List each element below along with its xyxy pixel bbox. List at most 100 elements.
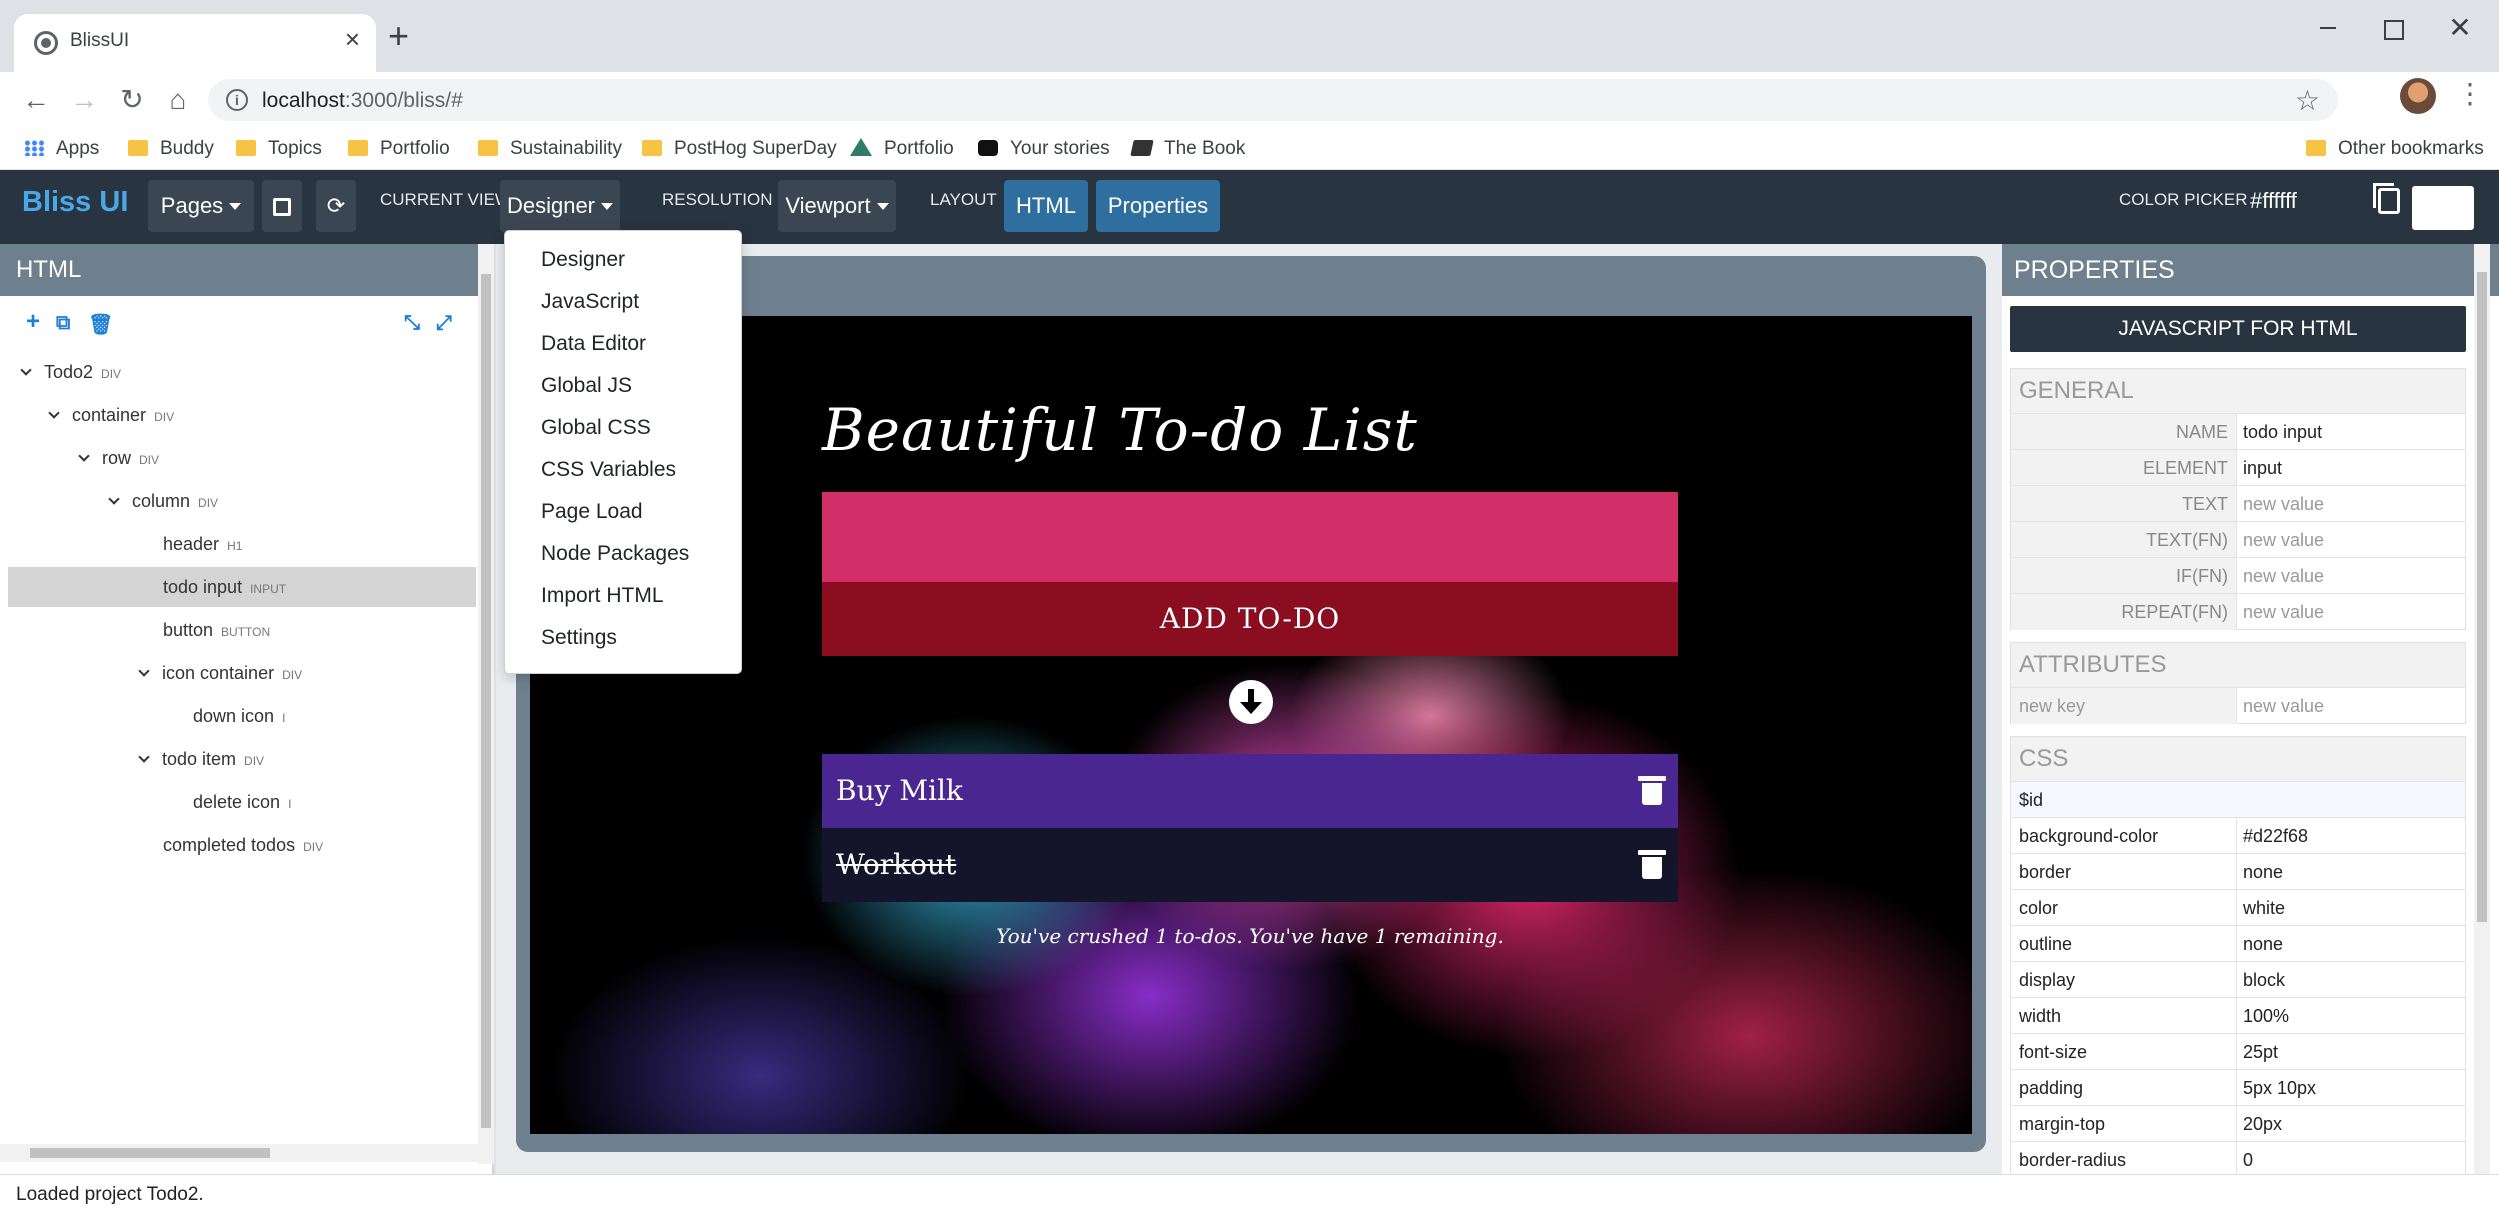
trash-icon[interactable]: 🗑 [88,312,113,337]
back-arrow-icon[interactable]: ← [16,80,56,120]
css-row[interactable]: border-radius 0 [2011,1141,2465,1178]
bookmark-portfolio-2[interactable]: Portfolio [850,135,954,163]
tree-vertical-scrollbar[interactable] [478,244,494,1164]
chevron-down-icon[interactable] [48,407,60,419]
preview-add-button[interactable]: ADD TO-DO [822,582,1678,656]
menu-item-import-html[interactable]: Import HTML [505,575,741,617]
css-key[interactable]: display [2011,962,2237,998]
css-key[interactable]: padding [2011,1070,2237,1106]
tree-node[interactable]: Todo2 DIV [8,352,476,392]
menu-item-javascript[interactable]: JavaScript [505,281,741,323]
property-row[interactable]: REPEAT(FN) new value [2011,593,2465,630]
info-icon[interactable]: i [226,89,248,111]
css-value[interactable]: block [2243,962,2285,998]
trash-icon[interactable] [1638,776,1666,805]
tree-horizontal-scrollbar[interactable] [0,1144,478,1162]
menu-item-node-packages[interactable]: Node Packages [505,533,741,575]
chevron-down-icon[interactable] [78,450,90,462]
tree-node[interactable]: header H1 [8,524,476,564]
tree-node[interactable]: button BUTTON [8,610,476,650]
scrollbar-thumb[interactable] [30,1148,270,1158]
css-key[interactable]: outline [2011,926,2237,962]
css-value[interactable]: 5px 10px [2243,1070,2316,1106]
css-key[interactable]: border [2011,854,2237,890]
css-value[interactable]: 20px [2243,1106,2282,1142]
tree-node[interactable]: completed todos DIV [8,825,476,865]
css-selector-input[interactable]: $id [2011,781,2465,817]
menu-item-global-js[interactable]: Global JS [505,365,741,407]
properties-scrollbar[interactable] [2474,244,2490,1174]
scrollbar-thumb[interactable] [2477,272,2487,922]
preview-todo-item-completed[interactable]: Workout [822,828,1678,902]
tree-node[interactable]: row DIV [8,438,476,478]
expand-all-icon[interactable]: ⤢ [436,312,452,335]
preview-todo-item[interactable]: Buy Milk [822,754,1678,828]
color-swatch[interactable] [2412,186,2474,230]
layout-html-toggle[interactable]: HTML [1004,180,1088,232]
css-value[interactable]: 100% [2243,998,2289,1034]
property-row[interactable]: TEXT(FN) new value [2011,521,2465,558]
tree-node[interactable]: icon container DIV [8,653,476,693]
scrollbar-thumb[interactable] [481,274,491,1128]
tree-node[interactable]: delete icon I [8,782,476,822]
css-key[interactable]: font-size [2011,1034,2237,1070]
css-key[interactable]: border-radius [2011,1142,2237,1178]
property-value[interactable]: todo input [2243,414,2322,450]
chevron-down-icon[interactable] [138,751,150,763]
add-element-icon[interactable]: + [26,308,40,336]
tree-node[interactable]: column DIV [8,481,476,521]
css-row[interactable]: display block [2011,961,2465,998]
css-key[interactable]: margin-top [2011,1106,2237,1142]
browser-tab[interactable]: BlissUI × [14,14,376,72]
css-value[interactable]: none [2243,854,2283,890]
bookmark-posthog[interactable]: PostHog SuperDay [642,135,837,163]
css-row[interactable]: width 100% [2011,997,2465,1034]
css-key[interactable]: width [2011,998,2237,1034]
bookmark-buddy[interactable]: Buddy [128,135,214,163]
attribute-key-input[interactable]: new key [2011,688,2237,724]
css-value[interactable]: 25pt [2243,1034,2278,1070]
tree-node-selected[interactable]: todo input INPUT [8,567,476,607]
tree-node[interactable]: todo item DIV [8,739,476,779]
menu-item-page-load[interactable]: Page Load [505,491,741,533]
close-window-button[interactable]: ✕ [2430,8,2490,48]
home-icon[interactable]: ⌂ [158,80,198,120]
bookmark-sustainability[interactable]: Sustainability [478,135,622,163]
bookmark-your-stories[interactable]: Your stories [978,135,1110,163]
bookmark-the-book[interactable]: The Book [1130,135,1245,163]
javascript-for-html-button[interactable]: JAVASCRIPT FOR HTML [2010,306,2466,352]
new-tab-icon[interactable]: + [388,18,409,54]
profile-avatar[interactable] [2400,78,2436,114]
current-view-dropdown[interactable]: Designer [500,180,620,232]
menu-item-css-variables[interactable]: CSS Variables [505,449,741,491]
bookmark-portfolio[interactable]: Portfolio [348,135,450,163]
property-row[interactable]: ELEMENT input [2011,449,2465,486]
tree-node[interactable]: container DIV [8,395,476,435]
property-row[interactable]: TEXT new value [2011,485,2465,522]
url-text[interactable]: localhost:3000/bliss/# [262,89,463,113]
save-button[interactable] [262,180,302,232]
browser-menu-icon[interactable]: ⋮ [2456,80,2484,108]
minimize-window-button[interactable] [2298,8,2358,48]
arrow-down-circle-icon[interactable] [1229,680,1273,724]
preview-header[interactable]: Beautiful To-do List [822,396,1418,464]
css-value[interactable]: #d22f68 [2243,818,2308,854]
preview-todo-input[interactable] [822,492,1678,582]
css-value[interactable]: none [2243,926,2283,962]
property-value[interactable]: input [2243,450,2282,486]
css-value[interactable]: white [2243,890,2285,926]
maximize-window-button[interactable] [2364,8,2424,48]
css-row[interactable]: color white [2011,889,2465,926]
css-row[interactable]: border none [2011,853,2465,890]
chevron-down-icon[interactable] [108,493,120,505]
bookmark-star-icon[interactable]: ☆ [2295,84,2320,117]
collapse-all-icon[interactable]: ⤡ [404,312,420,335]
address-bar[interactable]: i localhost:3000/bliss/# ☆ [208,79,2338,121]
color-picker-input[interactable]: #ffffff [2250,188,2370,214]
property-value[interactable]: new value [2243,522,2324,558]
css-row[interactable]: font-size 25pt [2011,1033,2465,1070]
css-row[interactable]: outline none [2011,925,2465,962]
bookmark-topics[interactable]: Topics [236,135,322,163]
attribute-row[interactable]: new key new value [2011,687,2465,724]
resolution-dropdown[interactable]: Viewport [778,180,896,232]
